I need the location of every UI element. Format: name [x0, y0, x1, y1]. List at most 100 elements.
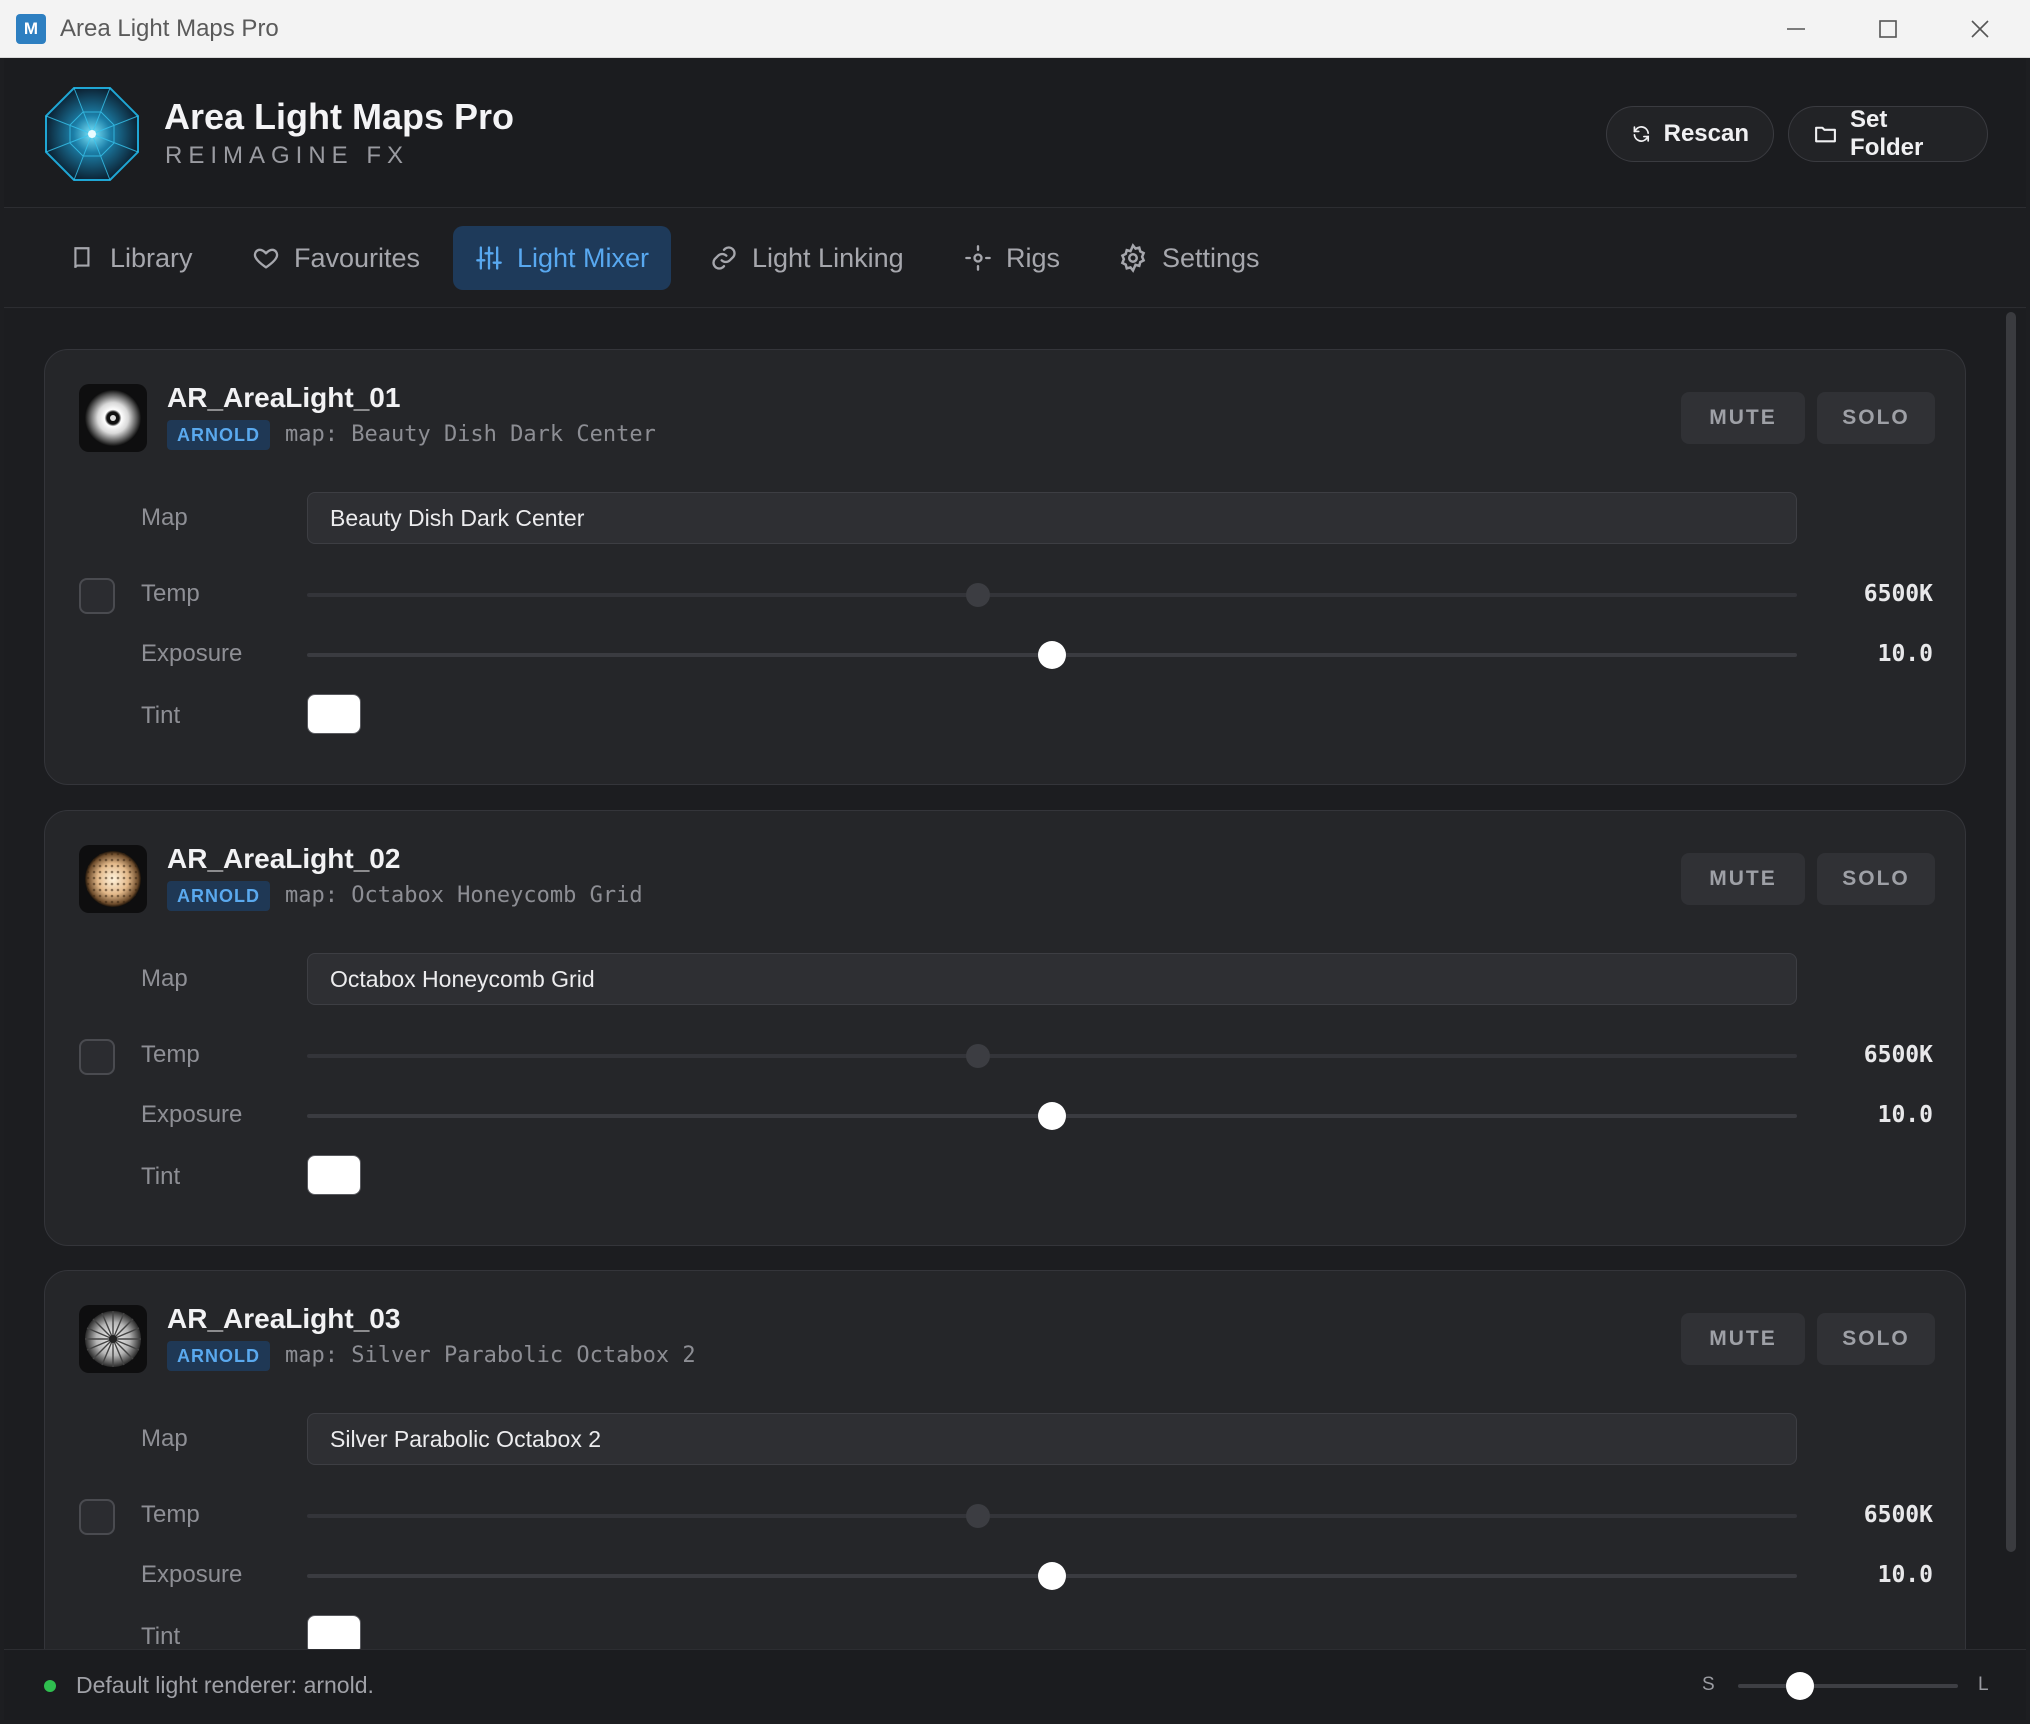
light-card: AR_AreaLight_01 ARNOLD map: Beauty Dish … — [44, 349, 1966, 785]
tab-light-linking[interactable]: Light Linking — [688, 226, 926, 290]
exposure-label: Exposure — [141, 640, 243, 667]
refresh-icon — [1633, 126, 1650, 142]
tab-favourites-label: Favourites — [294, 242, 421, 273]
sun-icon — [965, 245, 991, 271]
tab-library-label: Library — [110, 242, 193, 273]
temp-checkbox[interactable] — [79, 1499, 115, 1535]
tint-swatch[interactable] — [307, 1155, 361, 1195]
solo-button[interactable]: SOLO — [1817, 853, 1935, 905]
tab-rigs[interactable]: Rigs — [942, 226, 1082, 290]
window-title: Area Light Maps Pro — [60, 14, 279, 42]
maximize-icon — [1879, 20, 1897, 38]
renderer-badge: ARNOLD — [167, 420, 270, 450]
honeycomb-thumb-icon — [85, 851, 141, 907]
solo-button[interactable]: SOLO — [1817, 392, 1935, 444]
exposure-slider[interactable] — [307, 1102, 1797, 1130]
status-text: Default light renderer: arnold. — [76, 1672, 374, 1698]
temp-label: Temp — [141, 580, 200, 607]
temp-value: 6500K — [1863, 1042, 1933, 1068]
tint-label: Tint — [141, 1163, 181, 1190]
exposure-slider-handle[interactable] — [1038, 1562, 1066, 1590]
rescan-button[interactable]: Rescan — [1606, 106, 1774, 162]
status-bar: Default light renderer: arnold. S L — [4, 1649, 2026, 1720]
temp-slider-handle[interactable] — [965, 1044, 990, 1068]
temp-slider[interactable] — [307, 583, 1797, 607]
light-thumbnail — [79, 384, 147, 452]
set-folder-button[interactable]: Set Folder — [1788, 106, 1988, 162]
thumb-size-slider-handle[interactable] — [1785, 1672, 1814, 1700]
temp-slider-handle[interactable] — [965, 583, 990, 607]
thumb-size-large-label: L — [1978, 1674, 1989, 1695]
map-select[interactable]: Beauty Dish Dark Center — [307, 492, 1797, 544]
light-name: AR_AreaLight_01 — [167, 382, 401, 413]
app-icon: M — [16, 13, 46, 44]
exposure-slider-handle[interactable] — [1038, 1102, 1066, 1130]
tint-swatch[interactable] — [307, 694, 361, 734]
minimize-icon — [1787, 28, 1805, 30]
map-label: Map — [141, 1425, 188, 1452]
temp-label: Temp — [141, 1501, 200, 1528]
tint-swatch[interactable] — [307, 1615, 361, 1649]
heart-icon — [253, 248, 279, 269]
tint-label: Tint — [141, 1623, 181, 1649]
tint-label: Tint — [141, 702, 181, 729]
solo-button[interactable]: SOLO — [1817, 1313, 1935, 1365]
exposure-slider[interactable] — [307, 1562, 1797, 1590]
tab-settings-label: Settings — [1162, 242, 1260, 273]
folder-icon — [1815, 126, 1836, 143]
exposure-slider[interactable] — [307, 641, 1797, 669]
temp-slider[interactable] — [307, 1504, 1797, 1528]
exposure-value: 10.0 — [1877, 1562, 1933, 1588]
tab-light-mixer-label: Light Mixer — [517, 242, 650, 273]
content-scrollbar[interactable] — [2006, 312, 2016, 1552]
map-select[interactable]: Octabox Honeycomb Grid — [307, 953, 1797, 1005]
exposure-slider-handle[interactable] — [1038, 641, 1066, 669]
light-name: AR_AreaLight_02 — [167, 843, 401, 874]
exposure-value: 10.0 — [1877, 1102, 1933, 1128]
light-card: AR_AreaLight_02 ARNOLD map: Octabox Hone… — [44, 810, 1966, 1246]
tab-light-mixer[interactable]: Light Mixer — [453, 226, 672, 290]
renderer-badge: ARNOLD — [167, 881, 270, 911]
tab-library[interactable]: Library — [48, 226, 215, 290]
rescan-label: Rescan — [1663, 120, 1749, 147]
exposure-value: 10.0 — [1877, 641, 1933, 667]
mute-button[interactable]: MUTE — [1681, 1313, 1805, 1365]
temp-checkbox[interactable] — [79, 578, 115, 614]
beauty-dish-thumb-icon — [85, 390, 141, 446]
thumb-size-small-label: S — [1702, 1674, 1715, 1695]
temp-slider[interactable] — [307, 1044, 1797, 1068]
exposure-label: Exposure — [141, 1561, 243, 1588]
mute-button[interactable]: MUTE — [1681, 392, 1805, 444]
minimize-button[interactable] — [1750, 0, 1842, 58]
light-map-caption: map: Octabox Honeycomb Grid — [285, 883, 643, 908]
temp-value: 6500K — [1863, 1502, 1933, 1528]
light-map-caption: map: Silver Parabolic Octabox 2 — [285, 1343, 696, 1368]
renderer-badge: ARNOLD — [167, 1341, 270, 1371]
sliders-icon — [476, 246, 502, 270]
temp-label: Temp — [141, 1041, 200, 1068]
parabolic-thumb-icon — [85, 1311, 141, 1367]
link-icon — [712, 246, 736, 270]
app-header: Area Light Maps Pro REIMAGINE FX Rescan … — [4, 58, 2026, 208]
app-subtitle: REIMAGINE FX — [165, 142, 410, 169]
app-title: Area Light Maps Pro — [164, 96, 515, 137]
tab-favourites[interactable]: Favourites — [230, 226, 442, 290]
tab-settings[interactable]: Settings — [1096, 226, 1282, 290]
temp-value: 6500K — [1863, 581, 1933, 607]
window-titlebar: M Area Light Maps Pro — [0, 0, 2030, 58]
map-label: Map — [141, 965, 188, 992]
set-folder-label: Set Folder — [1850, 106, 1924, 161]
book-icon — [74, 247, 90, 268]
thumb-size-slider[interactable] — [1738, 1684, 1958, 1688]
temp-checkbox[interactable] — [79, 1039, 115, 1075]
maximize-button[interactable] — [1842, 0, 1934, 58]
light-mixer-panel: AR_AreaLight_01 ARNOLD map: Beauty Dish … — [4, 309, 2026, 1649]
map-select[interactable]: Silver Parabolic Octabox 2 — [307, 1413, 1797, 1465]
close-button[interactable] — [1934, 0, 2026, 58]
close-icon — [1971, 20, 1989, 38]
mute-button[interactable]: MUTE — [1681, 853, 1805, 905]
status-indicator — [44, 1680, 56, 1692]
light-thumbnail — [79, 845, 147, 913]
octagon-logo-icon — [45, 87, 139, 181]
temp-slider-handle[interactable] — [965, 1504, 990, 1528]
